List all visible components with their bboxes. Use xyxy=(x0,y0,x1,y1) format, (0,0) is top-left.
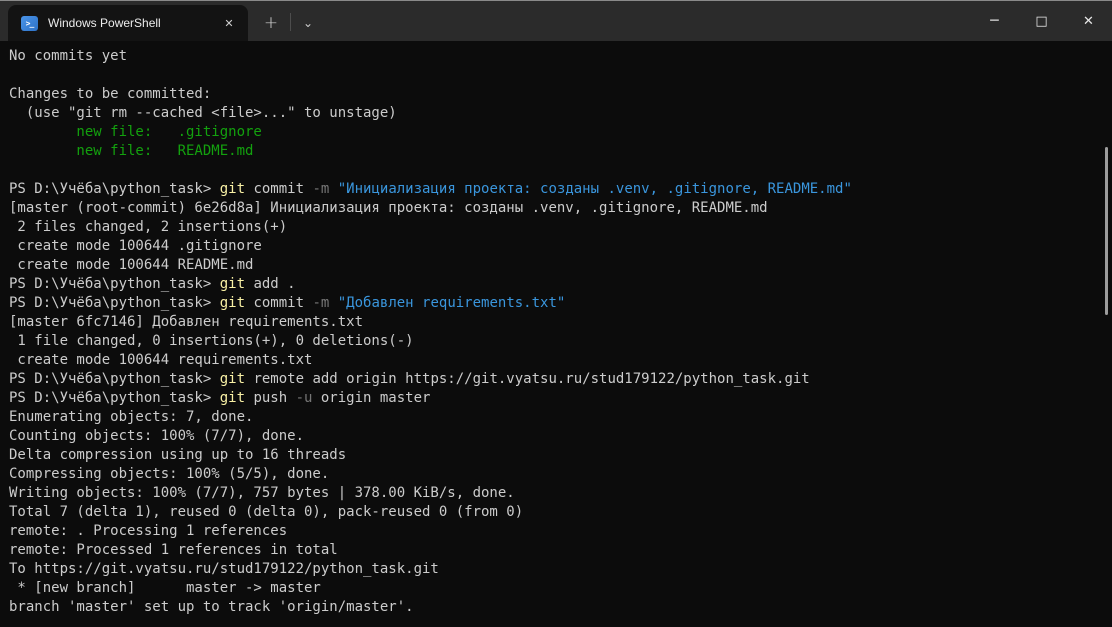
new-tab-button[interactable]: + xyxy=(256,8,286,38)
powershell-icon: >_ xyxy=(21,16,38,31)
terminal-line: new file: README.md xyxy=(9,142,1102,161)
terminal-line: Enumerating objects: 7, done. xyxy=(9,408,1102,427)
terminal-window: >_ Windows PowerShell ✕ + ⌄ ─ □ ✕ No com… xyxy=(0,0,1112,626)
terminal-line: create mode 100644 README.md xyxy=(9,256,1102,275)
terminal-line: [master (root-commit) 6e26d8a] Инициализ… xyxy=(9,199,1102,218)
terminal-line: Counting objects: 100% (7/7), done. xyxy=(9,427,1102,446)
terminal-line: (use "git rm --cached <file>..." to unst… xyxy=(9,104,1102,123)
terminal-line: [master 6fc7146] Добавлен requirements.t… xyxy=(9,313,1102,332)
terminal-line xyxy=(9,66,1102,85)
tab-windows-powershell[interactable]: >_ Windows PowerShell ✕ xyxy=(8,5,248,41)
terminal-line: PS D:\Учёба\python_task> git add . xyxy=(9,275,1102,294)
terminal-output[interactable]: No commits yet Changes to be committed: (… xyxy=(0,41,1112,627)
scrollbar-thumb[interactable] xyxy=(1105,147,1108,315)
terminal-line: remote: . Processing 1 references xyxy=(9,522,1102,541)
tab-title: Windows PowerShell xyxy=(48,16,218,30)
terminal-line: * [new branch] master -> master xyxy=(9,579,1102,598)
terminal-line xyxy=(9,161,1102,180)
terminal-line: create mode 100644 requirements.txt xyxy=(9,351,1102,370)
window-controls: ─ □ ✕ xyxy=(971,1,1112,41)
titlebar[interactable]: >_ Windows PowerShell ✕ + ⌄ ─ □ ✕ xyxy=(0,1,1112,41)
terminal-line: To https://git.vyatsu.ru/stud179122/pyth… xyxy=(9,560,1102,579)
terminal-line: 2 files changed, 2 insertions(+) xyxy=(9,218,1102,237)
terminal-line: PS D:\Учёба\python_task> git commit -m "… xyxy=(9,294,1102,313)
terminal-line: Delta compression using up to 16 threads xyxy=(9,446,1102,465)
terminal-line: PS D:\Учёба\python_task> git commit -m "… xyxy=(9,180,1102,199)
terminal-line: PS D:\Учёба\python_task> git remote add … xyxy=(9,370,1102,389)
terminal-line: branch 'master' set up to track 'origin/… xyxy=(9,598,1102,617)
terminal-line: Compressing objects: 100% (5/5), done. xyxy=(9,465,1102,484)
terminal-line: 1 file changed, 0 insertions(+), 0 delet… xyxy=(9,332,1102,351)
tabbar-separator xyxy=(290,13,291,31)
terminal-line: new file: .gitignore xyxy=(9,123,1102,142)
terminal-line: No commits yet xyxy=(9,47,1102,66)
terminal-line: PS D:\Учёба\python_task> git push -u ori… xyxy=(9,389,1102,408)
terminal-line: Writing objects: 100% (7/7), 757 bytes |… xyxy=(9,484,1102,503)
terminal-line: Changes to be committed: xyxy=(9,85,1102,104)
terminal-line: Total 7 (delta 1), reused 0 (delta 0), p… xyxy=(9,503,1102,522)
tab-dropdown-button[interactable]: ⌄ xyxy=(295,8,321,38)
maximize-button[interactable]: □ xyxy=(1018,1,1065,41)
minimize-button[interactable]: ─ xyxy=(971,1,1018,41)
terminal-line: create mode 100644 .gitignore xyxy=(9,237,1102,256)
terminal-line: remote: Processed 1 references in total xyxy=(9,541,1102,560)
close-button[interactable]: ✕ xyxy=(1065,1,1112,41)
tab-close-icon[interactable]: ✕ xyxy=(218,12,240,34)
